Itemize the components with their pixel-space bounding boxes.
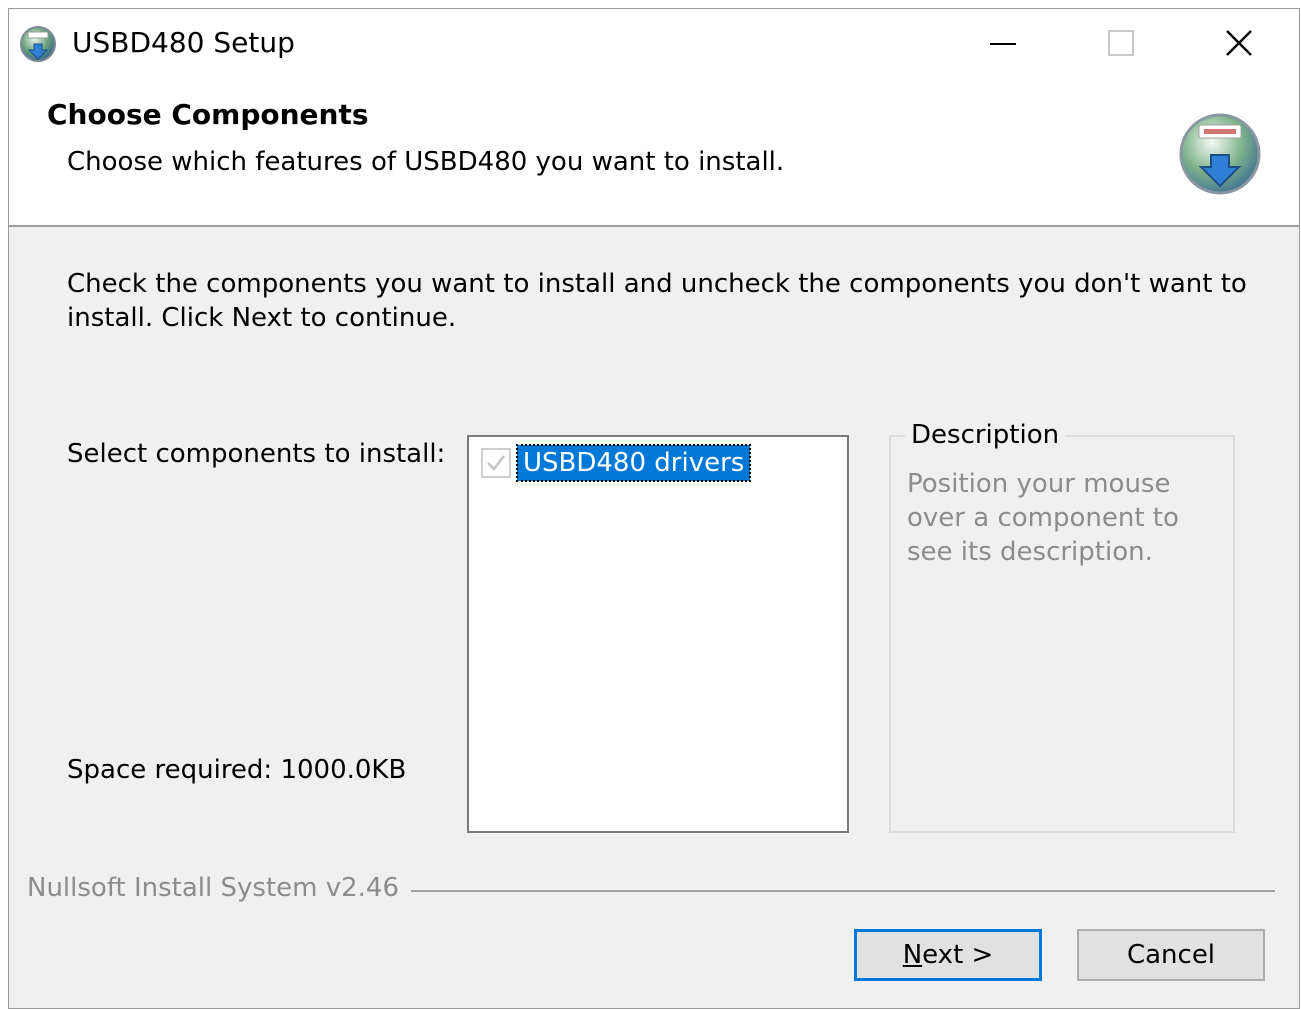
description-title: Description bbox=[905, 419, 1066, 451]
component-checkbox[interactable] bbox=[481, 448, 511, 478]
nsis-branding: Nullsoft Install System v2.46 bbox=[27, 871, 412, 905]
page-header: Choose Components Choose which features … bbox=[9, 77, 1299, 227]
maximize-button[interactable] bbox=[1062, 9, 1180, 77]
description-text: Position your mouse over a component to … bbox=[907, 469, 1179, 567]
close-icon bbox=[1226, 30, 1252, 56]
component-label[interactable]: USBD480 drivers bbox=[515, 444, 752, 482]
page-title: Choose Components bbox=[47, 98, 369, 131]
next-button[interactable]: Next > bbox=[854, 929, 1042, 981]
cancel-button[interactable]: Cancel bbox=[1077, 929, 1265, 981]
setup-window: USBD480 Setup Choose Components Choose w… bbox=[8, 8, 1300, 1009]
description-group: Description Position your mouse over a c… bbox=[889, 419, 1235, 833]
select-components-label: Select components to install: bbox=[67, 439, 446, 469]
next-label: ext > bbox=[922, 940, 994, 970]
minimize-button[interactable] bbox=[944, 9, 1062, 77]
instructions-text: Check the components you want to install… bbox=[67, 269, 1247, 333]
page-subtitle: Choose which features of USBD480 you wan… bbox=[67, 147, 785, 177]
installer-app-icon bbox=[20, 26, 56, 62]
close-button[interactable] bbox=[1180, 9, 1298, 77]
checkmark-icon bbox=[487, 455, 505, 471]
minimize-icon bbox=[990, 43, 1016, 45]
space-required-label: Space required: 1000.0KB bbox=[67, 755, 407, 785]
installer-logo-icon bbox=[1179, 113, 1261, 195]
component-item-usbd480-drivers[interactable]: USBD480 drivers bbox=[481, 443, 752, 483]
window-title: USBD480 Setup bbox=[72, 26, 295, 59]
title-bar: USBD480 Setup bbox=[9, 9, 1299, 77]
next-mnemonic: N bbox=[902, 940, 923, 970]
components-tree[interactable]: USBD480 drivers bbox=[467, 435, 849, 833]
maximize-icon bbox=[1108, 30, 1134, 56]
